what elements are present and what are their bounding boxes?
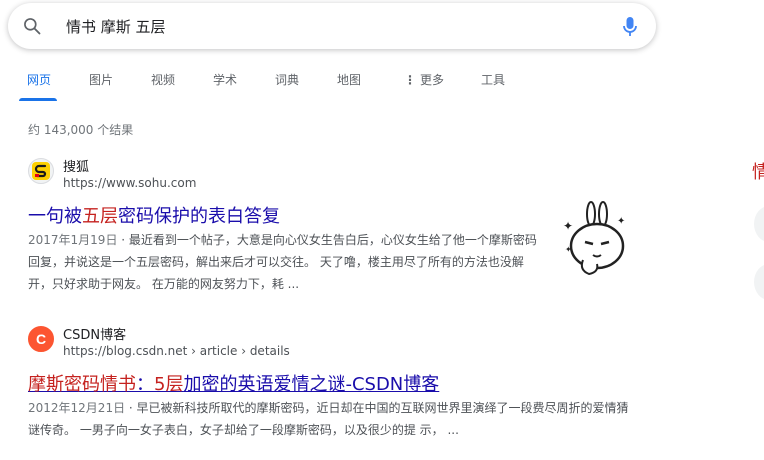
tab-web[interactable]: 网页 [27,71,51,88]
csdn-favicon-icon: C [28,326,54,352]
result-date: 2017年1月19日 [28,233,118,247]
result-snippet: 2012年12月21日 · 早已被新科技所取代的摩斯密码，近日却在中国的互联网世… [28,401,629,437]
more-dots-icon: ⋮ [404,73,416,87]
title-highlight: 五层 [82,206,118,227]
tab-dictionary[interactable]: 词典 [275,71,299,88]
search-bar[interactable]: 情书 摩斯 五层 [8,3,656,49]
search-tabs: 网页 图片 视频 学术 词典 地图 ⋮ 更多 工具 [0,62,764,102]
result-date: 2012年12月21日 [28,401,126,415]
site-name[interactable]: CSDN博客 [63,324,126,343]
microphone-icon[interactable] [622,16,638,38]
side-thumbnail-circle[interactable] [754,264,764,300]
title-part: 一句被 [28,206,82,227]
tab-scholar[interactable]: 学术 [213,71,237,88]
tab-tools[interactable]: 工具 [481,71,505,88]
tab-more[interactable]: ⋮ 更多 [404,71,444,88]
result-title-link[interactable]: 摩斯密码情书：5层加密的英语爱情之谜-CSDN博客 [28,370,439,396]
title-highlight: 摩斯密码 [28,374,100,395]
active-tab-indicator [19,98,57,101]
title-part: 密码保护的表白答复 [118,206,280,227]
tab-videos[interactable]: 视频 [151,71,175,88]
site-name[interactable]: 搜狐 [63,156,89,175]
sohu-favicon-icon [28,158,54,184]
result-title-link[interactable]: 一句被五层密码保护的表白答复 [28,202,280,228]
title-highlight: 5层 [154,374,184,395]
result-stats: 约 143,000 个结果 [28,123,134,137]
tab-more-label: 更多 [420,73,445,87]
search-icon[interactable] [22,16,42,36]
knowledge-panel-title-partial: 情 [752,162,764,183]
result-snippet: 2017年1月19日 · 最近看到一个帖子，大意是向心仪女生告白后，心仪女生给了… [28,233,537,291]
side-thumbnail-circle[interactable] [754,206,764,242]
result-thumbnail-image[interactable]: ✦ ✦ ✦ [553,200,635,282]
site-url[interactable]: https://blog.csdn.net › article › detail… [63,344,290,358]
tab-images[interactable]: 图片 [89,71,113,88]
title-highlight: 情书 [100,374,136,395]
site-url[interactable]: https://www.sohu.com [63,176,196,190]
title-part: 加密的英语爱情之谜-CSDN博客 [183,374,440,395]
search-input[interactable]: 情书 摩斯 五层 [66,16,166,37]
svg-text:✦: ✦ [565,245,572,254]
title-part: ： [136,374,154,395]
svg-text:✦: ✦ [617,216,625,227]
svg-text:✦: ✦ [563,219,573,233]
tab-maps[interactable]: 地图 [337,71,361,88]
